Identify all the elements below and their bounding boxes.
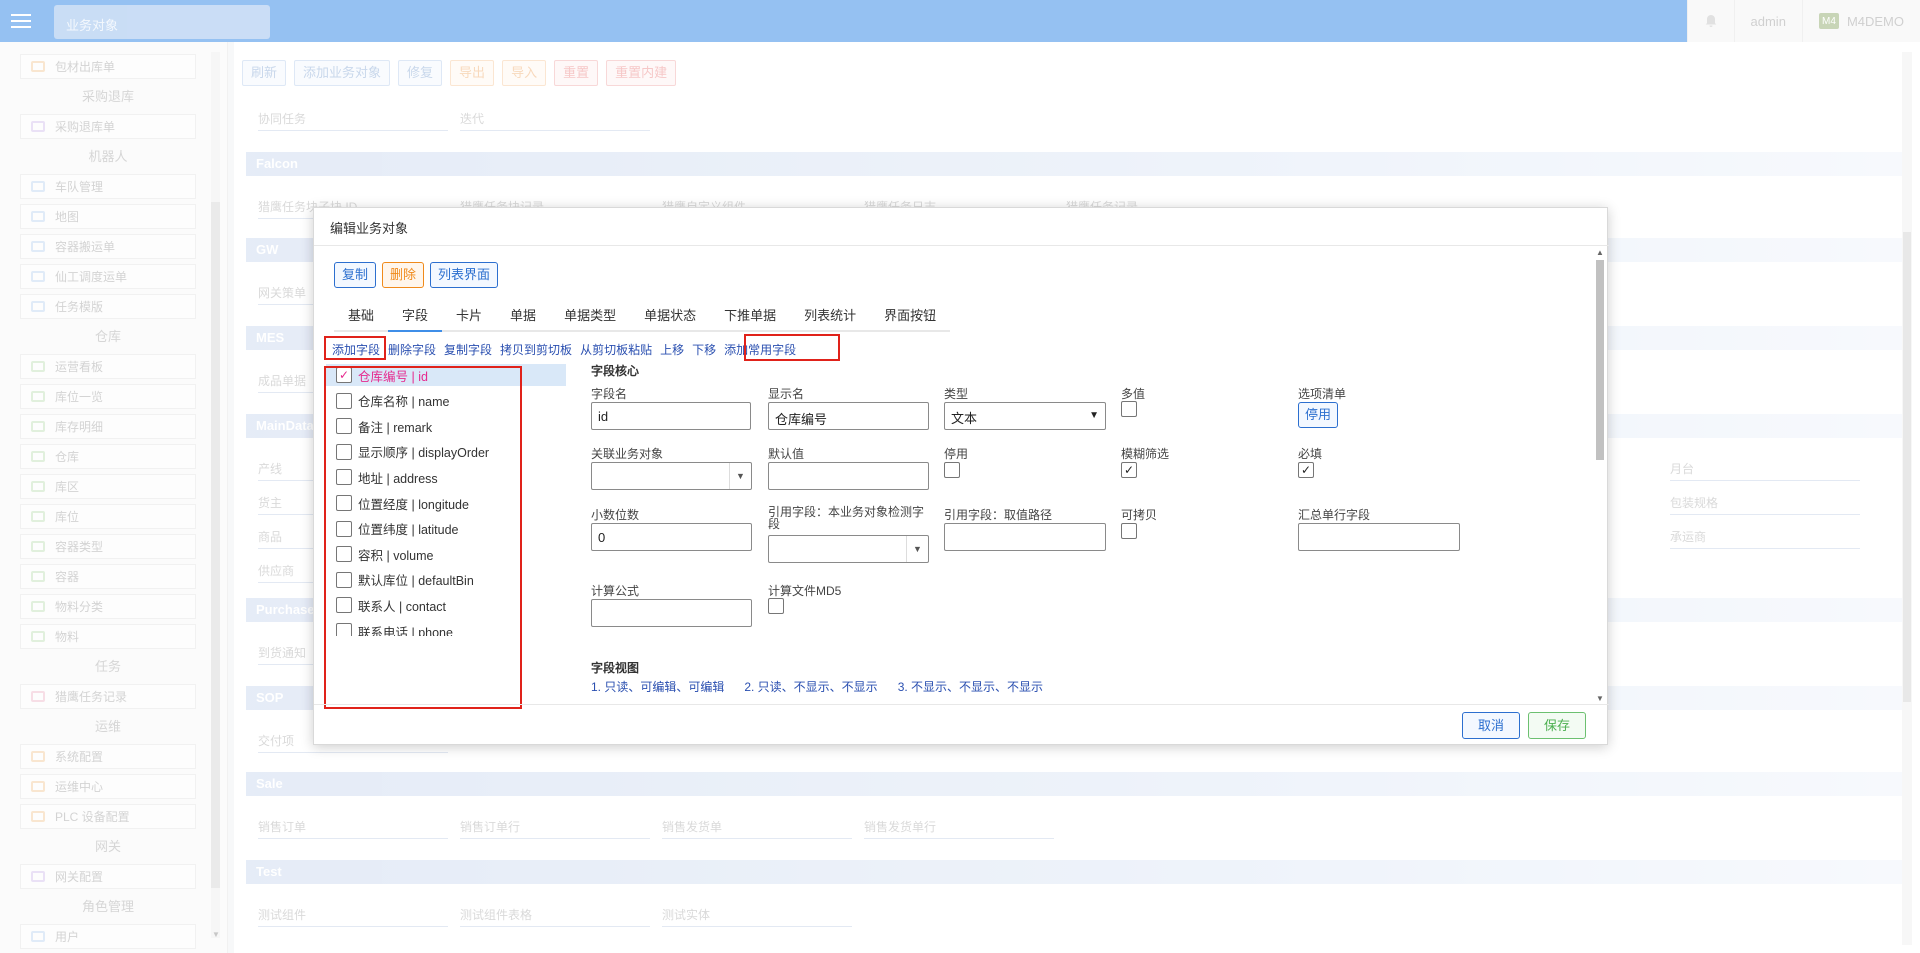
tab-basic[interactable]: 基础 [334,300,389,332]
label-disabled: 停用 [944,447,969,461]
multi-checkbox[interactable] [1121,401,1137,417]
scroll-up-icon[interactable]: ▲ [1596,248,1604,257]
move-up-link[interactable]: 上移 [660,341,684,358]
dialog-scroll-thumb[interactable] [1596,260,1604,460]
label-display-name: 显示名 [768,387,805,401]
tab-push-down[interactable]: 下推单据 [710,300,791,332]
type-select[interactable]: 文本 ▼ [944,402,1106,430]
label-decimals: 小数位数 [591,508,640,522]
delete-field-link[interactable]: 删除字段 [388,341,436,358]
label-formula: 计算公式 [591,584,640,598]
highlight-add-field [324,336,386,360]
fuzzy-filter-checkbox[interactable]: ✓ [1121,462,1137,478]
disabled-checkbox[interactable] [944,462,960,478]
field-view-links: 1. 只读、可编辑、可编辑 2. 只读、不显示、不显示 3. 不显示、不显示、不… [591,678,1043,695]
edit-business-object-dialog: 编辑业务对象 复制 删除 列表界面 基础 字段 卡片 单据 单据类型 单据状态 … [313,207,1609,745]
copy-field-link[interactable]: 复制字段 [444,341,492,358]
dialog-title: 编辑业务对象 [330,221,409,236]
list-ui-button[interactable]: 列表界面 [430,262,499,288]
label-copyable: 可拷贝 [1121,508,1158,522]
ref-bo-combobox[interactable]: ▼ [591,462,752,490]
ref-path-input[interactable] [944,523,1106,551]
tab-document-type[interactable]: 单据类型 [550,300,631,332]
label-required: 必填 [1298,447,1323,461]
label-fuzzy: 模糊筛选 [1121,447,1170,461]
paste-from-clipboard-link[interactable]: 从剪切板粘贴 [580,341,652,358]
chevron-down-icon: ▼ [1089,410,1099,421]
save-button[interactable]: 保存 [1528,712,1586,739]
chevron-down-icon[interactable]: ▼ [906,536,928,562]
copy-button[interactable]: 复制 [334,262,377,288]
divider [314,704,1609,705]
label-ref-bo: 关联业务对象 [591,447,664,461]
copyable-checkbox[interactable] [1121,523,1137,539]
formula-input[interactable] [591,599,752,627]
field-core-panel: 字段核心 字段名 id 显示名 仓库编号 类型 文本 ▼ 多值 选项清单 停用 关… [591,362,1591,698]
scroll-down-icon[interactable]: ▼ [1596,694,1604,703]
label-md5: 计算文件MD5 [768,584,842,598]
tab-document[interactable]: 单据 [496,300,551,332]
required-checkbox[interactable]: ✓ [1298,462,1314,478]
summary-field-input[interactable] [1298,523,1460,551]
view-option-1[interactable]: 1. 只读、可编辑、可编辑 [591,678,724,695]
field-core-title: 字段核心 [591,364,640,378]
display-name-input[interactable]: 仓库编号 [768,402,929,430]
label-ref-field: 引用字段：本业务对象检测字段 [768,505,925,531]
tab-list-stats[interactable]: 列表统计 [790,300,871,332]
options-disable-button[interactable]: 停用 [1298,402,1339,428]
label-summary: 汇总单行字段 [1298,508,1371,522]
view-option-2[interactable]: 2. 只读、不显示、不显示 [744,678,877,695]
label-options: 选项清单 [1298,387,1347,401]
copy-to-clipboard-link[interactable]: 拷贝到剪切板 [500,341,572,358]
view-option-3[interactable]: 3. 不显示、不显示、不显示 [898,678,1043,695]
label-type: 类型 [944,387,969,401]
label-default: 默认值 [768,447,805,461]
label-ref-path: 引用字段：取值路径 [944,508,1053,522]
dialog-actions: 复制 删除 列表界面 [334,262,499,288]
delete-button[interactable]: 删除 [382,262,425,288]
tab-document-state[interactable]: 单据状态 [630,300,711,332]
tab-card[interactable]: 卡片 [442,300,497,332]
chevron-down-icon[interactable]: ▼ [729,463,751,489]
tab-fields[interactable]: 字段 [388,300,443,332]
md5-checkbox[interactable] [768,598,784,614]
move-down-link[interactable]: 下移 [692,341,716,358]
label-field-name: 字段名 [591,387,628,401]
field-view-title: 字段视图 [591,661,640,675]
label-multi: 多值 [1121,387,1146,401]
divider [314,245,1609,246]
default-value-input[interactable] [768,462,929,490]
field-name-input[interactable]: id [591,402,751,430]
dialog-tabs: 基础 字段 卡片 单据 单据类型 单据状态 下推单据 列表统计 界面按钮 [334,300,951,332]
highlight-field-list [324,366,522,709]
decimals-input[interactable]: 0 [591,523,752,551]
dialog-scrollbar[interactable]: ▲ ▼ [1594,248,1606,704]
ref-field-combobox[interactable]: ▼ [768,535,929,563]
field-toolbar: 添加字段 删除字段 复制字段 拷贝到剪切板 从剪切板粘贴 上移 下移 添加常用字… [332,341,796,358]
type-select-value: 文本 [951,411,978,426]
highlight-add-common-field [744,334,840,361]
tab-ui-buttons[interactable]: 界面按钮 [870,300,951,332]
cancel-button[interactable]: 取消 [1462,712,1520,739]
